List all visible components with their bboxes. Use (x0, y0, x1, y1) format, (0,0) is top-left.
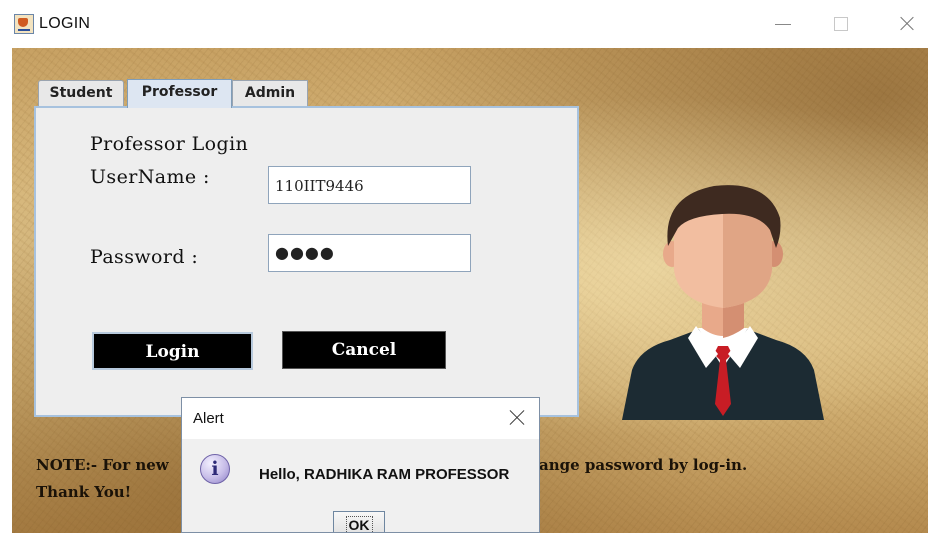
panel-title: Professor Login (90, 133, 249, 155)
dialog-title: Alert (193, 410, 224, 427)
tab-professor[interactable]: Professor (127, 79, 232, 108)
window-title: LOGIN (39, 15, 91, 32)
password-label: Password : (90, 246, 199, 268)
close-button[interactable] (895, 12, 919, 36)
username-label: UserName : (90, 166, 210, 188)
note-thank-you: Thank You! (36, 483, 132, 501)
tab-admin[interactable]: Admin (232, 80, 308, 107)
password-input[interactable]: ●●●● (268, 234, 471, 272)
java-app-icon (14, 14, 34, 34)
alert-dialog: Alert i Hello, RADHIKA RAM PROFESSOR OK (181, 397, 540, 533)
dialog-titlebar: Alert (182, 398, 539, 439)
cancel-button[interactable]: Cancel (282, 331, 446, 369)
minimize-button[interactable] (771, 12, 795, 36)
note-text-end: ange password by log-in. (539, 456, 748, 474)
note-text-start: NOTE:- For new (36, 456, 169, 474)
login-button[interactable]: Login (92, 332, 253, 370)
ok-button-label: OK (345, 516, 373, 532)
username-input[interactable]: 110IIT9446 (268, 166, 471, 204)
tab-student[interactable]: Student (38, 80, 124, 107)
dialog-close-icon[interactable] (507, 408, 527, 428)
dialog-message: Hello, RADHIKA RAM PROFESSOR (259, 466, 510, 483)
ok-button[interactable]: OK (333, 511, 385, 532)
professor-avatar-icon (622, 185, 824, 420)
info-icon: i (200, 454, 230, 484)
maximize-button[interactable] (829, 12, 853, 36)
window-titlebar: LOGIN (0, 0, 932, 48)
